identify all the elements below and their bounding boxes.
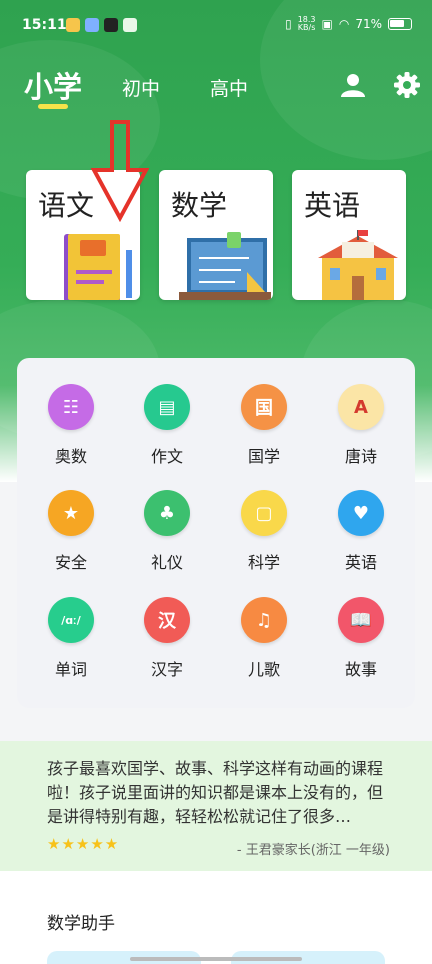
battery-icon <box>388 18 412 30</box>
category-label: 礼仪 <box>150 553 183 572</box>
category-composition[interactable]: ▤ 作文 <box>122 384 212 467</box>
category-safety[interactable]: ★ 安全 <box>26 490 116 573</box>
tab-junior[interactable]: 初中 <box>122 74 160 101</box>
math-board-icon <box>179 232 271 300</box>
parent-review: 孩子最喜欢国学、故事、科学这样有动画的课程啦！孩子说里面讲的知识都是课本上没有的… <box>0 741 432 871</box>
etiquette-icon: ♣ <box>144 490 190 536</box>
category-label: 唐诗 <box>344 447 377 466</box>
review-text: 孩子最喜欢国学、故事、科学这样有动画的课程啦！孩子说里面讲的知识都是课本上没有的… <box>47 759 384 826</box>
wifi-icon: ◠ <box>338 17 350 31</box>
category-english[interactable]: ♥ 英语 <box>316 490 406 573</box>
english-icon: ♥ <box>338 490 384 536</box>
category-words[interactable]: /ɑː/单词 <box>26 597 116 680</box>
status-bar: 15:11 ▯ 18.3 KB/s ▣ ◠ 71% <box>0 0 432 50</box>
user-icon[interactable] <box>338 70 368 100</box>
section-title: 数学助手 <box>47 914 115 934</box>
review-stars: ★★★★★ <box>47 835 120 853</box>
review-author: - 王君豪家长(浙江 一年级) <box>236 843 390 858</box>
notification-icons <box>66 18 137 32</box>
tab-label: 初中 <box>122 78 161 100</box>
wechat-icon <box>123 18 137 32</box>
hanzi-icon: 汉 <box>144 597 190 643</box>
category-tang-poetry[interactable]: A 唐诗 <box>316 384 406 467</box>
tab-label: 小学 <box>24 70 83 104</box>
category-label: 安全 <box>54 553 87 572</box>
composition-icon: ▤ <box>144 384 190 430</box>
status-right: ▯ 18.3 KB/s ▣ ◠ 71% <box>285 16 412 32</box>
subject-title: 英语 <box>304 189 361 222</box>
category-label: 科学 <box>247 553 280 572</box>
vibrate-icon: ▯ <box>285 17 292 31</box>
tab-senior[interactable]: 高中 <box>210 74 248 101</box>
category-label: 作文 <box>150 447 183 466</box>
active-tab-indicator <box>38 104 68 109</box>
tiktok-icon <box>104 18 118 32</box>
category-label: 单词 <box>54 660 87 679</box>
arrow-annotation <box>90 120 150 222</box>
subject-title: 语文 <box>38 189 95 222</box>
status-time: 15:11 <box>22 17 67 33</box>
subject-card-english[interactable]: 英语 <box>292 170 406 300</box>
category-label: 国学 <box>247 447 280 466</box>
tang-poetry-icon: A <box>338 384 384 430</box>
safety-icon: ★ <box>48 490 94 536</box>
school-building-icon <box>318 230 398 300</box>
weibo-icon <box>66 18 80 32</box>
tab-primary[interactable]: 小学 <box>24 64 83 109</box>
stories-icon: 📖 <box>338 597 384 643</box>
category-etiquette[interactable]: ♣ 礼仪 <box>122 490 212 573</box>
category-label: 汉字 <box>150 660 183 679</box>
app-icon <box>85 18 99 32</box>
aoshu-icon: ☷ <box>48 384 94 430</box>
science-icon: ▢ <box>241 490 287 536</box>
category-label: 儿歌 <box>247 660 280 679</box>
net-speed-unit: KB/s <box>297 23 316 32</box>
category-label: 故事 <box>344 660 377 679</box>
math-helper-section: 数学助手 <box>0 871 432 964</box>
category-nursery-rhymes[interactable]: ♫ 儿歌 <box>219 597 309 680</box>
sim-icon: ▣ <box>321 17 333 31</box>
words-icon: /ɑː/ <box>48 597 94 643</box>
nursery-rhymes-icon: ♫ <box>241 597 287 643</box>
category-label: 英语 <box>344 553 377 572</box>
category-stories[interactable]: 📖 故事 <box>316 597 406 680</box>
category-label: 奥数 <box>54 447 87 466</box>
tab-label: 高中 <box>210 78 249 100</box>
home-indicator[interactable] <box>130 957 302 961</box>
net-speed: 18.3 KB/s <box>298 16 316 32</box>
category-aoshu[interactable]: ☷ 奥数 <box>26 384 116 467</box>
book-icon <box>64 234 132 300</box>
battery-percent: 71% <box>355 17 382 31</box>
subject-title: 数学 <box>171 189 228 222</box>
category-guoxue[interactable]: 国国学 <box>219 384 309 467</box>
category-science[interactable]: ▢ 科学 <box>219 490 309 573</box>
subject-card-math[interactable]: 数学 <box>159 170 273 300</box>
guoxue-icon: 国 <box>241 384 287 430</box>
gear-icon[interactable] <box>392 70 422 100</box>
category-hanzi[interactable]: 汉汉字 <box>122 597 212 680</box>
